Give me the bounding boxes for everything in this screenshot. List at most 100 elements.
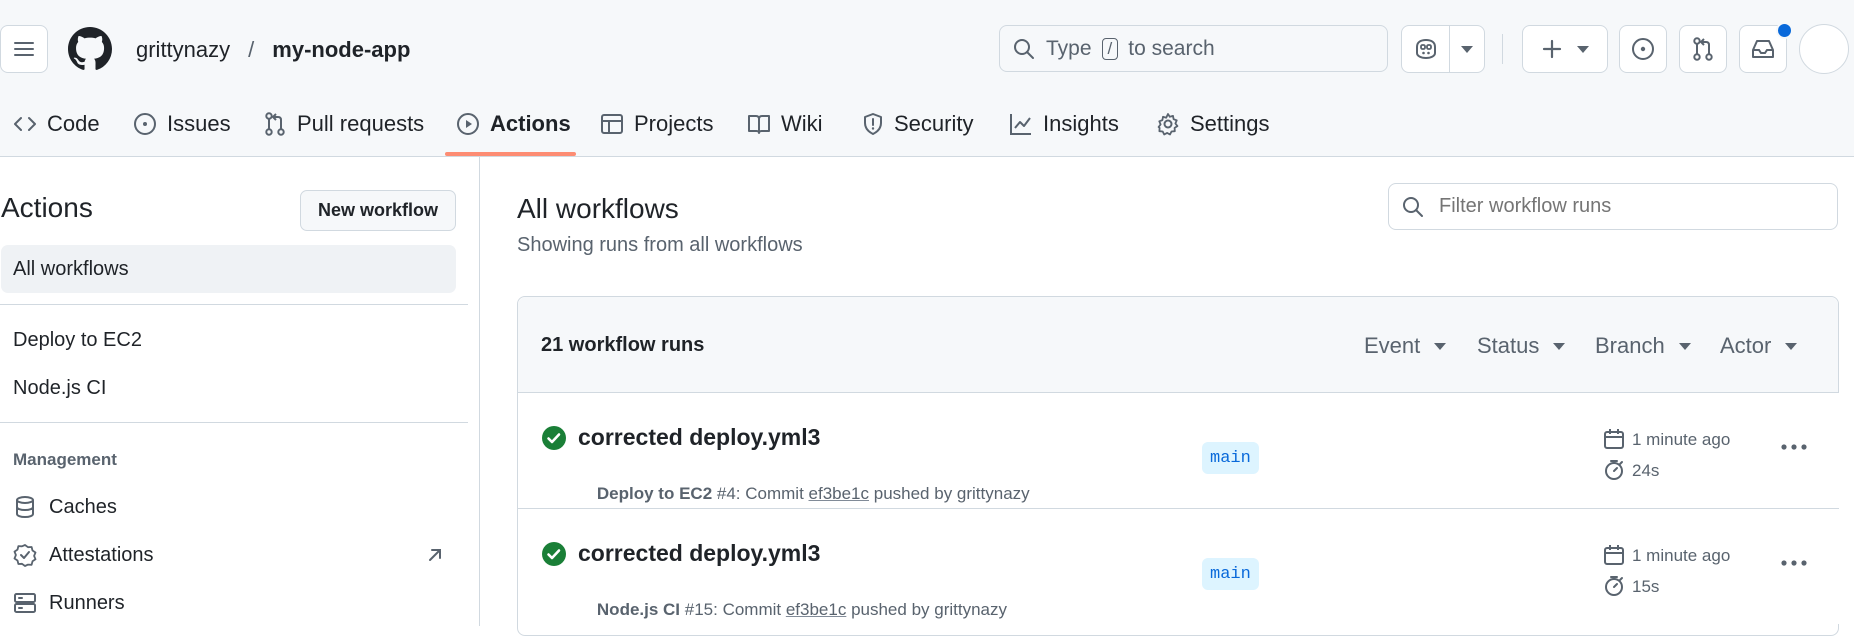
page-subtitle: Showing runs from all workflows xyxy=(517,234,803,256)
workflow-run-row[interactable]: corrected deploy.yml3 Node.js CI #15: Co… xyxy=(518,508,1839,624)
run-workflow-name: Deploy to EC2 xyxy=(596,484,713,503)
app-header: grittynazy / my-node-app Type / to searc… xyxy=(0,0,1854,157)
actor-filter[interactable]: Actor xyxy=(1720,333,1798,359)
stopwatch-icon xyxy=(1605,460,1623,480)
workflow-run-row[interactable]: corrected deploy.yml3 Deploy to EC2 #4: … xyxy=(518,392,1839,508)
run-time: 1 minute ago xyxy=(1632,430,1731,449)
sidebar-title: Actions xyxy=(1,192,93,223)
run-meta: Node.js CI #15: Commit ef3be1c pushed by… xyxy=(578,580,1007,640)
search-placeholder-pre: Type xyxy=(1046,36,1092,60)
pull-request-icon xyxy=(1693,37,1713,61)
event-filter[interactable]: Event xyxy=(1364,333,1447,359)
repo-name-link[interactable]: my-node-app xyxy=(272,37,410,63)
commit-sha-link[interactable]: ef3be1c xyxy=(786,600,847,619)
actions-sidebar: Actions New workflow All workflows Deplo… xyxy=(0,157,480,626)
tab-insights[interactable]: Insights xyxy=(1009,100,1119,148)
sidebar-item-attestations[interactable]: Attestations xyxy=(13,543,443,567)
sidebar-item-label: Caches xyxy=(49,495,117,518)
menu-button[interactable] xyxy=(0,25,48,73)
run-time: 1 minute ago xyxy=(1632,546,1731,565)
tab-label: Projects xyxy=(634,111,714,136)
status-filter[interactable]: Status xyxy=(1477,333,1566,359)
run-title-link[interactable]: corrected deploy.yml3 xyxy=(578,540,820,567)
branch-label[interactable]: main xyxy=(1202,558,1259,590)
gear-icon xyxy=(1157,113,1179,136)
external-link-arrow-icon xyxy=(429,549,441,561)
tab-label: Settings xyxy=(1190,111,1270,136)
sidebar-item-caches[interactable]: Caches xyxy=(13,495,117,519)
copilot-button[interactable] xyxy=(1401,25,1485,73)
tab-label: Wiki xyxy=(781,111,823,136)
sidebar-item-nodejs-ci[interactable]: Node.js CI xyxy=(13,377,106,400)
selected-tab-underline xyxy=(445,152,576,156)
kebab-menu-icon[interactable] xyxy=(1780,443,1808,451)
branch-label[interactable]: main xyxy=(1202,442,1259,474)
filter-workflow-runs-input[interactable] xyxy=(1388,183,1838,230)
issue-icon xyxy=(134,113,156,135)
copilot-icon xyxy=(1415,38,1436,60)
status-filter-label: Status xyxy=(1477,333,1540,358)
search-input[interactable]: Type / to search xyxy=(999,25,1388,72)
play-icon xyxy=(457,113,479,135)
run-workflow-name: Node.js CI xyxy=(596,600,681,619)
pull-requests-button[interactable] xyxy=(1679,25,1727,73)
success-check-icon xyxy=(542,426,566,450)
sidebar-item-all-workflows[interactable]: All workflows xyxy=(1,245,456,293)
code-icon xyxy=(14,117,36,131)
tab-settings[interactable]: Settings xyxy=(1156,100,1270,148)
actor-filter-label: Actor xyxy=(1720,333,1772,358)
divider xyxy=(0,422,468,423)
event-filter-label: Event xyxy=(1364,333,1421,358)
create-new-button[interactable] xyxy=(1522,25,1608,73)
sidebar-item-label: Deploy to EC2 xyxy=(13,329,142,351)
database-icon xyxy=(16,496,34,519)
run-number: #15: Commit xyxy=(680,600,786,619)
filter-input-field[interactable] xyxy=(1437,194,1801,219)
chevron-down-icon xyxy=(1678,342,1691,350)
calendar-icon xyxy=(1604,429,1624,449)
sidebar-item-runners[interactable]: Runners xyxy=(13,591,125,615)
kebab-menu-icon[interactable] xyxy=(1780,559,1808,567)
search-icon xyxy=(1014,38,1034,59)
tab-label: Pull requests xyxy=(297,111,425,136)
divider xyxy=(0,304,468,305)
breadcrumb-separator: / xyxy=(248,37,255,62)
sidebar-item-label: All workflows xyxy=(13,257,129,280)
tab-pull-requests[interactable]: Pull requests xyxy=(263,100,424,148)
chevron-down-icon xyxy=(1434,342,1447,350)
inbox-icon xyxy=(1752,40,1774,58)
run-duration: 15s xyxy=(1632,577,1660,596)
tab-issues[interactable]: Issues xyxy=(133,100,231,148)
chevron-down-icon xyxy=(1577,45,1589,53)
run-number: #4: Commit xyxy=(712,484,809,503)
new-workflow-button[interactable]: New workflow xyxy=(300,190,456,231)
run-title-link[interactable]: corrected deploy.yml3 xyxy=(578,424,820,451)
chevron-down-icon xyxy=(1461,45,1474,53)
book-icon xyxy=(748,115,770,134)
tab-label: Actions xyxy=(490,111,571,136)
run-pushed-by: pushed by grittynazy xyxy=(846,600,1007,619)
tab-wiki[interactable]: Wiki xyxy=(747,100,823,148)
graph-icon xyxy=(1010,114,1031,135)
search-icon xyxy=(1403,196,1423,217)
avatar[interactable] xyxy=(1799,24,1849,74)
tab-projects[interactable]: Projects xyxy=(600,100,713,148)
sidebar-item-deploy-to-ec2[interactable]: Deploy to EC2 xyxy=(13,329,142,352)
table-icon xyxy=(601,114,623,134)
commit-sha-link[interactable]: ef3be1c xyxy=(809,484,870,503)
calendar-icon xyxy=(1604,545,1624,565)
shield-icon xyxy=(864,113,882,135)
sidebar-item-label: Attestations xyxy=(49,543,154,566)
hamburger-icon xyxy=(14,42,34,56)
branch-filter[interactable]: Branch xyxy=(1595,333,1691,359)
github-logo-icon[interactable] xyxy=(68,27,112,71)
breadcrumb: grittynazy / my-node-app xyxy=(136,37,410,63)
run-duration: 24s xyxy=(1632,461,1660,480)
tab-security[interactable]: Security xyxy=(862,100,973,148)
repo-owner-link[interactable]: grittynazy xyxy=(136,37,230,63)
issues-button[interactable] xyxy=(1619,25,1667,73)
chevron-down-icon xyxy=(1553,342,1566,350)
tab-actions[interactable]: Actions xyxy=(456,100,571,148)
tab-code[interactable]: Code xyxy=(13,100,100,148)
run-pushed-by: pushed by grittynazy xyxy=(869,484,1030,503)
